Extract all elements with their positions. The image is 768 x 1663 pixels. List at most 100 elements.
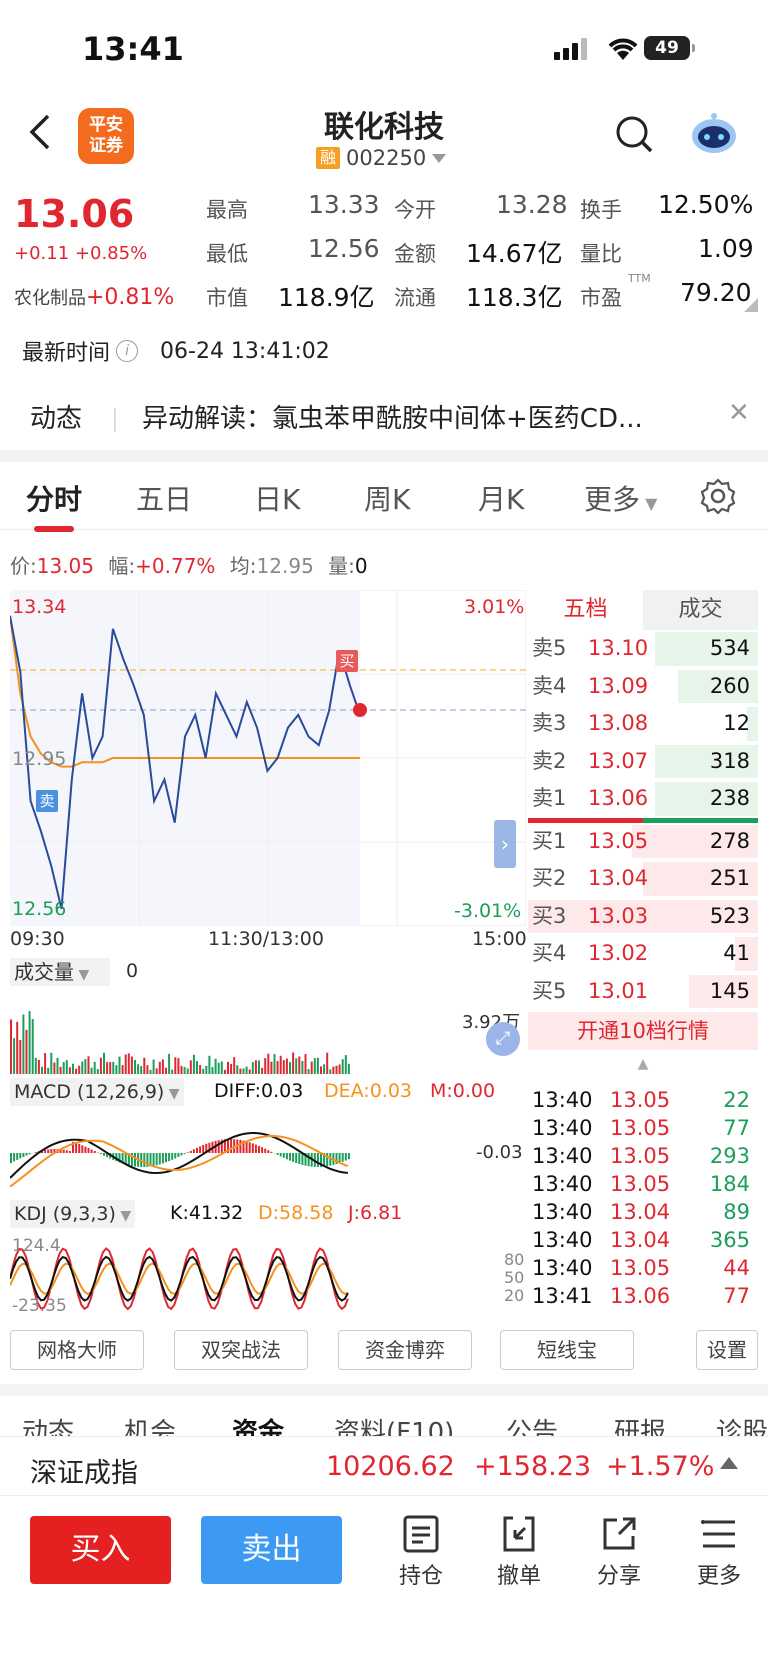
bids-row[interactable]: 买2 13.04 251 (528, 860, 758, 898)
news-text[interactable]: 异动解读：氯虫苯甲酰胺中间体+医药CD... (142, 398, 702, 435)
more-button[interactable]: 更多 (684, 1514, 754, 1590)
volume-bar (208, 1055, 211, 1074)
volume-bar (50, 1052, 53, 1074)
high-value: 13.33 (308, 190, 380, 219)
holdings-icon (403, 1515, 439, 1553)
trade-price: 13.05 (610, 1256, 671, 1280)
volume-bar (127, 1053, 130, 1074)
tab-five-levels[interactable]: 五档 (528, 590, 643, 630)
fullscreen-icon[interactable]: ⤢ (486, 1022, 520, 1056)
bids-row[interactable]: 买3 13.03 523 (528, 898, 758, 936)
tab-intraday[interactable]: 分时 (26, 478, 82, 532)
asks-row[interactable]: 卖1 13.06 238 (528, 780, 758, 818)
capital-game-button[interactable]: 资金博弈 (338, 1330, 472, 1370)
volume-bar (121, 1065, 124, 1074)
index-change: +158.23 (474, 1451, 592, 1482)
index-value: 10206.62 (326, 1451, 455, 1482)
holdings-button[interactable]: 持仓 (386, 1514, 456, 1590)
macd-bar (326, 1153, 329, 1167)
trade-price: 13.05 (610, 1144, 671, 1168)
tab-five-day[interactable]: 五日 (136, 478, 192, 518)
level-qty: 251 (709, 866, 750, 890)
search-icon[interactable] (614, 114, 654, 154)
sell-marker[interactable]: 卖 (36, 790, 58, 812)
tab-trades[interactable]: 成交 (643, 590, 758, 630)
open-10-level-button[interactable]: 开通10档行情 (528, 1012, 758, 1050)
volume-bar (220, 1061, 223, 1074)
volume-indicator-selector[interactable]: 成交量 ▼ (10, 958, 110, 986)
expand-up-icon[interactable] (720, 1457, 738, 1469)
volume-bar (338, 1064, 341, 1074)
double-breakout-button[interactable]: 双突战法 (174, 1330, 308, 1370)
volume-bar (16, 1021, 19, 1074)
close-icon[interactable]: ✕ (728, 398, 750, 428)
robot-assistant-icon[interactable] (690, 110, 738, 156)
asks-row[interactable]: 卖2 13.07 318 (528, 743, 758, 781)
tab-monthly-k[interactable]: 月K (478, 478, 524, 518)
stock-code-selector[interactable]: 融 002250 (316, 146, 447, 170)
volume-bar (347, 1063, 350, 1074)
volume-bar (109, 1062, 112, 1074)
bids-row[interactable]: 买4 13.02 41 (528, 935, 758, 973)
asks-row[interactable]: 卖3 13.08 12 (528, 705, 758, 743)
cancel-order-button[interactable]: 撤单 (484, 1514, 554, 1590)
volume-bar (72, 1063, 74, 1074)
short-term-button[interactable]: 短线宝 (500, 1330, 634, 1370)
crosshair-info: 价:13.05 幅:+0.77% 均:12.95 量:0 (10, 554, 368, 578)
expand-corner-icon[interactable] (744, 298, 758, 312)
industry-change[interactable]: 农化制品+0.81% (14, 284, 174, 310)
kdj-indicator-selector[interactable]: KDJ (9,3,3) ▼ (10, 1200, 136, 1228)
volume-bar (320, 1066, 322, 1074)
trade-qty: 365 (709, 1228, 750, 1252)
x-label-close: 15:00 (472, 928, 527, 950)
tab-more[interactable]: 更多 ▼ (584, 478, 657, 518)
volume-bar (13, 1038, 16, 1074)
volume-bar (62, 1062, 65, 1074)
pe-ttm-sup: TTM (628, 272, 651, 285)
share-button[interactable]: 分享 (584, 1514, 654, 1590)
kdj-top-label: 124.4 (12, 1236, 61, 1256)
sell-button[interactable]: 卖出 (201, 1516, 342, 1584)
asks-row[interactable]: 卖4 13.09 260 (528, 668, 758, 706)
news-ticker[interactable]: 动态 异动解读：氯虫苯甲酰胺中间体+医药CD... ✕ (0, 390, 768, 450)
level-label: 买4 (532, 941, 567, 965)
tab-daily-k[interactable]: 日K (254, 478, 300, 518)
tab-weekly-k[interactable]: 周K (364, 478, 410, 518)
volume-bar (285, 1058, 288, 1074)
index-ticker[interactable]: 深证成指 10206.62 +158.23 +1.57% (0, 1436, 768, 1496)
trade-time: 13:40 (532, 1088, 593, 1112)
collapse-up-icon[interactable]: ▲ (528, 1050, 758, 1078)
index-name: 深证成指 (30, 1458, 138, 1489)
volume-bar (310, 1061, 313, 1074)
volume-bar (158, 1061, 161, 1074)
gear-icon[interactable] (700, 478, 736, 514)
expand-right-icon[interactable]: › (494, 820, 516, 868)
buy-marker[interactable]: 买 (336, 650, 358, 672)
bids-row[interactable]: 买1 13.05 278 (528, 823, 758, 861)
strategy-settings-button[interactable]: 设置 (696, 1330, 758, 1370)
trade-price: 13.06 (610, 1284, 671, 1308)
macd-bar (292, 1153, 295, 1162)
kdj-d: D:58.58 (258, 1202, 334, 1224)
volume-bar (248, 1069, 251, 1074)
macd-indicator-selector[interactable]: MACD (12,26,9) ▼ (10, 1078, 184, 1106)
volume-bar (171, 1069, 174, 1074)
level-qty: 41 (723, 941, 750, 965)
volume-bar (44, 1053, 47, 1074)
intraday-chart[interactable] (10, 590, 526, 926)
order-book: 五档 成交 卖5 13.10 534 卖4 13.09 260 卖3 13.08… (528, 590, 758, 1078)
macd-bar (192, 1149, 195, 1153)
volume-bar (316, 1057, 319, 1074)
bids-row[interactable]: 买5 13.01 145 (528, 973, 758, 1011)
macd-bar (171, 1153, 174, 1160)
grid-master-button[interactable]: 网格大师 (10, 1330, 144, 1370)
trade-price: 13.04 (610, 1200, 671, 1224)
info-icon[interactable]: i (116, 340, 139, 362)
volume-bar (307, 1069, 310, 1074)
macd-bar (152, 1153, 155, 1166)
asks-row[interactable]: 卖5 13.10 534 (528, 630, 758, 668)
level-label: 卖1 (532, 786, 567, 810)
buy-button[interactable]: 买入 (30, 1516, 171, 1584)
pct-max-label: 3.01% (464, 596, 525, 618)
volume-bar (196, 1061, 198, 1074)
